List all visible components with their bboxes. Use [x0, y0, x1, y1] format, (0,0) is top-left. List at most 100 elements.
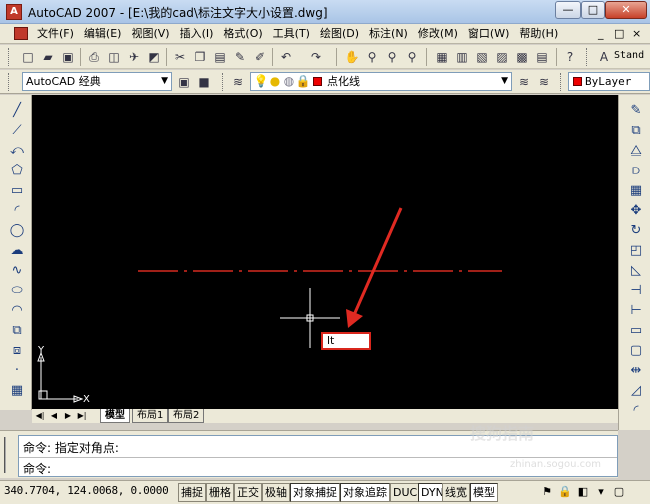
- polar-toggle[interactable]: 极轴: [262, 483, 290, 502]
- command-grip[interactable]: [4, 437, 13, 473]
- line-icon[interactable]: ╱: [9, 103, 25, 119]
- document-icon[interactable]: [14, 27, 28, 40]
- workspace-select[interactable]: AutoCAD 经典 ▼: [22, 72, 172, 91]
- plot-icon[interactable]: ◩: [146, 49, 162, 65]
- menu-file[interactable]: 文件(F): [32, 27, 79, 41]
- extend-icon[interactable]: ⊢: [628, 303, 644, 319]
- mdi-minimize-button[interactable]: _: [598, 27, 604, 40]
- ellipse-icon[interactable]: ⬭: [9, 283, 25, 299]
- close-button[interactable]: ✕: [605, 1, 647, 19]
- command-prompt[interactable]: 命令:: [23, 460, 51, 477]
- tab-layout2[interactable]: 布局2: [168, 409, 205, 423]
- sheet-set-icon[interactable]: ▨: [494, 49, 510, 65]
- stretch-icon[interactable]: ◺: [628, 263, 644, 279]
- zoom-previous-icon[interactable]: ⚲: [404, 49, 420, 65]
- osnap-toggle[interactable]: 对象捕捉: [290, 483, 340, 502]
- menu-edit[interactable]: 编辑(E): [79, 27, 127, 41]
- text-style-label[interactable]: Stand: [614, 50, 644, 61]
- snap-toggle[interactable]: 捕捉: [178, 483, 206, 502]
- copy-icon[interactable]: ❐: [192, 49, 208, 65]
- circle-icon[interactable]: ◯: [9, 223, 25, 239]
- menu-dimension[interactable]: 标注(N): [364, 27, 413, 41]
- calculator-icon[interactable]: ▤: [534, 49, 550, 65]
- text-style-icon[interactable]: A: [596, 49, 612, 65]
- rotate-icon[interactable]: ↻: [628, 223, 644, 239]
- tray-menu-icon[interactable]: ▾: [594, 485, 608, 499]
- menu-tools[interactable]: 工具(T): [268, 27, 315, 41]
- join-icon[interactable]: ⇹: [628, 363, 644, 379]
- insert-block-icon[interactable]: ⧉: [9, 323, 25, 339]
- open-file-icon[interactable]: ▰: [40, 49, 56, 65]
- tool-palettes-icon[interactable]: ▧: [474, 49, 490, 65]
- lock-toolbar-icon[interactable]: 🔒: [558, 485, 572, 499]
- lock-icon[interactable]: 🔒: [295, 73, 311, 89]
- redo-icon[interactable]: ↷: [308, 49, 324, 65]
- arc-icon[interactable]: ◜: [9, 203, 25, 219]
- new-file-icon[interactable]: □: [20, 49, 36, 65]
- break-icon[interactable]: ▢: [628, 343, 644, 359]
- save-icon[interactable]: ▣: [60, 49, 76, 65]
- ortho-toggle[interactable]: 正交: [234, 483, 262, 502]
- toolbar-grip[interactable]: [222, 73, 225, 91]
- next-tab-icon[interactable]: ▶: [62, 410, 74, 422]
- erase-icon[interactable]: ✎: [628, 103, 644, 119]
- undo-icon[interactable]: ↶: [278, 49, 294, 65]
- layer-select[interactable]: 💡 ● ◍ 🔒 点化线 ▼: [250, 72, 512, 91]
- match-properties-icon[interactable]: ✎: [232, 49, 248, 65]
- zoom-window-icon[interactable]: ⚲: [384, 49, 400, 65]
- block-editor-icon[interactable]: ✐: [252, 49, 268, 65]
- scale-icon[interactable]: ◰: [628, 243, 644, 259]
- first-tab-icon[interactable]: ◀|: [34, 410, 46, 422]
- markup-icon[interactable]: ▩: [514, 49, 530, 65]
- last-tab-icon[interactable]: ▶|: [76, 410, 88, 422]
- coordinates-display[interactable]: 340.7704, 124.0068, 0.0000: [4, 484, 169, 497]
- workspace-settings-icon[interactable]: ▣: [176, 74, 192, 90]
- prev-tab-icon[interactable]: ◀: [48, 410, 60, 422]
- cut-icon[interactable]: ✂: [172, 49, 188, 65]
- mdi-restore-button[interactable]: □: [614, 27, 624, 40]
- workspace-save-icon[interactable]: ■: [196, 74, 212, 90]
- make-block-icon[interactable]: ⧈: [9, 343, 25, 359]
- layer-previous-icon[interactable]: ≋: [536, 74, 552, 90]
- toolbar-grip[interactable]: [560, 73, 563, 91]
- array-icon[interactable]: ▦: [628, 183, 644, 199]
- polyline-icon[interactable]: ⤺: [9, 143, 25, 159]
- dynamic-input-field[interactable]: lt: [321, 332, 371, 350]
- lineweight-toggle[interactable]: 线宽: [442, 483, 470, 502]
- mirror-icon[interactable]: ⧋: [628, 143, 644, 159]
- toolbar-grip[interactable]: [8, 73, 11, 91]
- model-toggle[interactable]: 模型: [470, 483, 498, 502]
- move-icon[interactable]: ✥: [628, 203, 644, 219]
- maximize-button[interactable]: □: [581, 1, 605, 19]
- properties-icon[interactable]: ▦: [434, 49, 450, 65]
- toolbar-grip[interactable]: [586, 48, 589, 66]
- rectangle-icon[interactable]: ▭: [9, 183, 25, 199]
- menu-view[interactable]: 视图(V): [126, 27, 174, 41]
- menu-insert[interactable]: 插入(I): [175, 27, 219, 41]
- menu-draw[interactable]: 绘图(D): [315, 27, 364, 41]
- menu-help[interactable]: 帮助(H): [514, 27, 563, 41]
- help-icon[interactable]: ?: [562, 49, 578, 65]
- print-preview-icon[interactable]: ◫: [106, 49, 122, 65]
- grid-toggle[interactable]: 栅格: [206, 483, 234, 502]
- make-current-layer-icon[interactable]: ≋: [516, 74, 532, 90]
- fillet-icon[interactable]: ◜: [628, 403, 644, 419]
- chamfer-icon[interactable]: ◿: [628, 383, 644, 399]
- publish-icon[interactable]: ✈: [126, 49, 142, 65]
- communication-center-icon[interactable]: ⚑: [540, 485, 554, 499]
- menu-format[interactable]: 格式(O): [218, 27, 267, 41]
- paste-icon[interactable]: ▤: [212, 49, 228, 65]
- mdi-close-button[interactable]: ×: [632, 27, 641, 40]
- clean-screen-icon[interactable]: ▢: [612, 485, 626, 499]
- polygon-icon[interactable]: ⬠: [9, 163, 25, 179]
- trim-icon[interactable]: ⊣: [628, 283, 644, 299]
- point-icon[interactable]: ·: [9, 363, 25, 379]
- drawing-canvas[interactable]: Y X lt: [32, 95, 618, 409]
- break-at-point-icon[interactable]: ▭: [628, 323, 644, 339]
- xref-icon[interactable]: ◧: [576, 485, 590, 499]
- copy-object-icon[interactable]: ⧉: [628, 123, 644, 139]
- menu-modify[interactable]: 修改(M): [413, 27, 463, 41]
- ellipse-arc-icon[interactable]: ◠: [9, 303, 25, 319]
- offset-icon[interactable]: ⫐: [628, 163, 644, 179]
- tab-model[interactable]: 模型: [100, 409, 130, 423]
